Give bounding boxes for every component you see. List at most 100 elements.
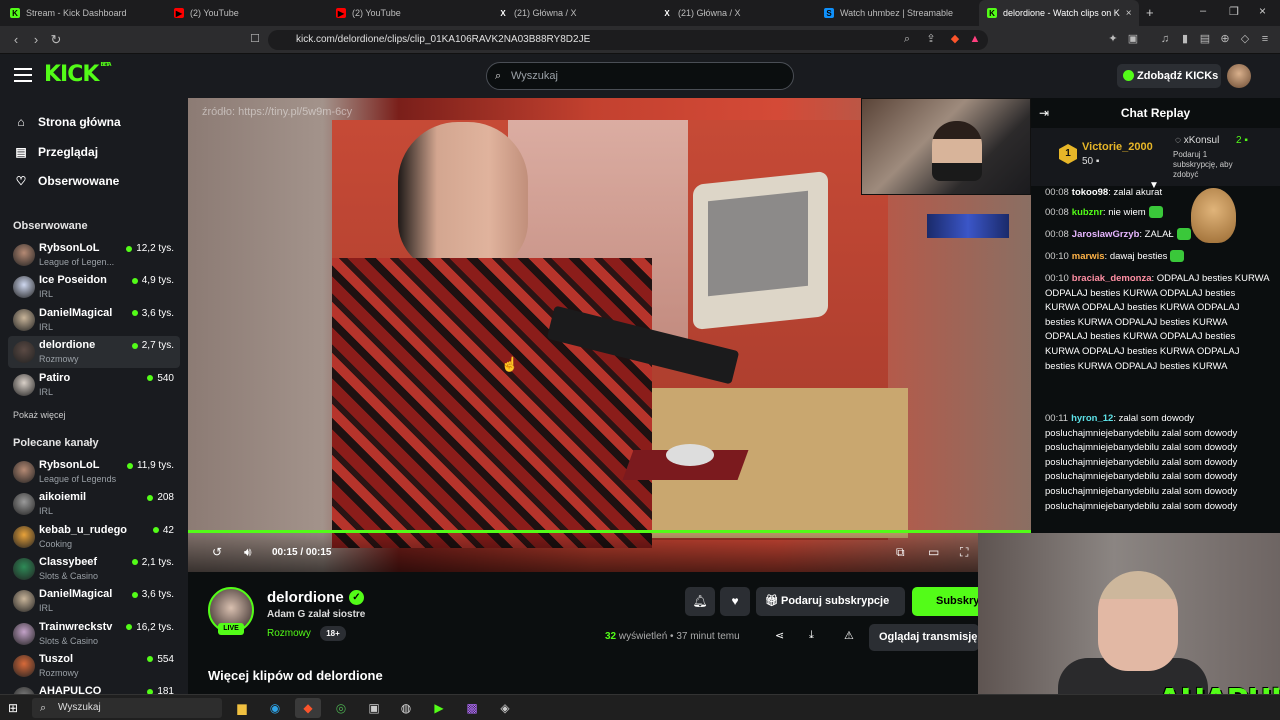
home-icon: ⌂ [17, 115, 25, 129]
sidebar-channel[interactable]: RybsonLoL League of Legen... 12,2 tys. [8, 239, 180, 271]
channel-name: Trainwreckstv [39, 620, 113, 633]
viewer-count: 42 [152, 525, 174, 536]
kick-logo[interactable]: KICK BETA [44, 62, 112, 87]
report-icon[interactable]: ⚠ [844, 629, 854, 642]
browser-tab[interactable]: X (21) Główna / X [654, 0, 814, 26]
fullscreen-icon[interactable]: ⛶ [960, 544, 968, 560]
follow-button[interactable]: ♥ [720, 587, 750, 616]
brave-icon[interactable]: ◆ [295, 698, 321, 718]
user-avatar[interactable] [1227, 64, 1251, 88]
chat-text: ODPALAJ besties KURWA ODPALAJ besties KU… [1045, 273, 1270, 372]
reload-icon[interactable]: ↻ [48, 32, 64, 48]
source-watermark: źródło: https://tiny.pl/5w9m-6cy [202, 106, 353, 118]
chat-username[interactable]: braciak_demonza [1072, 273, 1152, 284]
new-tab-icon[interactable]: + [1146, 5, 1154, 20]
viewer-count: 540 [147, 373, 174, 384]
replay-icon[interactable]: ↺ [212, 544, 222, 560]
pip-icon[interactable]: ⧉ [896, 544, 905, 560]
sidebar-channel[interactable]: delordione Rozmowy 2,7 tys. [8, 336, 180, 369]
channel-name: Tuszol [39, 652, 74, 665]
extensions-icon[interactable]: ✦ [1106, 32, 1120, 46]
taskbar-search[interactable]: ⌕ Wyszukaj [32, 698, 222, 718]
chat-username[interactable]: kubznr [1072, 207, 1103, 218]
app-icon[interactable]: ▣ [361, 698, 387, 718]
channel-category[interactable]: Rozmowy [267, 628, 311, 639]
close-tab-icon[interactable]: × [1126, 8, 1132, 19]
sidebar-channel[interactable]: aikoiemil IRL 208 [8, 488, 180, 520]
wallet-icon[interactable]: ▤ [1198, 32, 1212, 46]
sidebar-channel[interactable]: DanielMagical IRL 3,6 tys. [8, 585, 180, 617]
restore-icon[interactable]: ❐ [1229, 5, 1239, 18]
minimize-icon[interactable]: – [1200, 5, 1206, 17]
browser-tab[interactable]: K Stream - Kick Dashboard [2, 0, 162, 26]
theater-mode-icon[interactable]: ▭ [928, 544, 939, 560]
edge-icon[interactable]: ◉ [262, 698, 288, 718]
bookmark-icon[interactable]: ☐ [248, 32, 262, 46]
chat-username[interactable]: marwis [1072, 251, 1105, 262]
share-icon[interactable]: ⇪ [924, 32, 938, 46]
sidebar-channel[interactable]: Classybeef Slots & Casino 2,1 tys. [8, 553, 180, 585]
tab-search-icon[interactable]: ▣ [1126, 32, 1140, 46]
menu-icon[interactable]: ≡ [1258, 32, 1272, 46]
sidebar-nav-browse[interactable]: ▤ Przeglądaj [14, 142, 98, 162]
sidebar-channel[interactable]: Trainwreckstv Slots & Casino 16,2 tys. [8, 618, 180, 650]
browser-tab[interactable]: S Watch uhmbez | Streamable [816, 0, 976, 26]
chat-timestamp: 00:08 [1045, 229, 1069, 240]
sidebar-channel[interactable]: Patiro IRL 540 [8, 369, 180, 401]
back-icon[interactable]: ‹ [8, 32, 24, 48]
video-player[interactable]: źródło: https://tiny.pl/5w9m-6cy ☝ ↺ 🔊︎ … [188, 98, 1031, 572]
chat-username[interactable]: hyron_12 [1071, 413, 1113, 424]
shield-icon[interactable]: ◇ [1238, 32, 1252, 46]
brave-rewards-icon[interactable]: ▲ [968, 32, 982, 46]
obs-icon[interactable]: ◍ [393, 698, 419, 718]
channel-name: RybsonLoL [39, 459, 100, 471]
sidebar-channel[interactable]: Tuszol Rozmowy 554 [8, 650, 180, 682]
windows-start-icon[interactable]: ⊞ [8, 701, 18, 715]
sidebar-nav-heart[interactable]: ♡ Obserwowane [14, 171, 120, 191]
sidebar-channel[interactable]: kebab_u_rudego Cooking 42 [8, 521, 180, 553]
leaderboard-user[interactable]: ◌ xKonsul [1175, 135, 1219, 146]
media-icon[interactable]: ♫ [1158, 32, 1172, 46]
app-icon-2[interactable]: ▩ [459, 698, 485, 718]
menu-icon[interactable] [14, 68, 32, 82]
leaderboard-user[interactable]: Victorie_2000 [1082, 141, 1153, 153]
sidebar-nav-home[interactable]: ⌂ Strona główna [14, 112, 120, 132]
url-bar[interactable]: kick.com/delordione/clips/clip_01KA106RA… [268, 30, 988, 50]
chat-username[interactable]: JaroslawGrzyb [1072, 229, 1140, 240]
browser-tab[interactable]: X (21) Główna / X [490, 0, 650, 26]
chat-username[interactable]: tokoo98 [1072, 187, 1108, 198]
watch-stream-button[interactable]: Oglądaj transmisję [869, 624, 979, 651]
channel-name[interactable]: delordione [267, 589, 344, 606]
notifications-button[interactable]: 🔔︎ [685, 587, 715, 616]
live-dot-icon [131, 591, 138, 598]
x-icon: X [500, 8, 506, 18]
brave-shield-icon[interactable]: ◆ [948, 32, 962, 46]
browser-tab[interactable]: Kdelordione - Watch clips on K × [979, 0, 1139, 26]
sidebar-channel[interactable]: Ice Poseidon IRL 4,9 tys. [8, 271, 180, 303]
zoom-icon[interactable]: ⌕ [900, 32, 914, 46]
chat-text: zalal akurat [1113, 187, 1163, 198]
close-window-icon[interactable]: × [1259, 4, 1266, 18]
search-input[interactable]: ⌕ Wyszukaj [486, 62, 794, 90]
sidebar-channel[interactable]: DanielMagical IRL 3,6 tys. [8, 304, 180, 336]
chrome-icon[interactable]: ◎ [328, 698, 354, 718]
x-icon: X [664, 8, 670, 18]
show-more-link[interactable]: Pokaż więcej [13, 410, 66, 420]
sidebar-channel[interactable]: AHAPULCO 181 [8, 682, 180, 694]
share-icon[interactable]: ⋖ [775, 629, 784, 642]
browser-tab[interactable]: ▶ (2) YouTube [328, 0, 488, 26]
sidebar-channel[interactable]: RybsonLoL League of Legends 11,9 tys. [8, 456, 180, 488]
browser-tab[interactable]: ▶ (2) YouTube [166, 0, 326, 26]
get-kicks-button[interactable]: Zdobądź KICKs [1117, 64, 1221, 88]
gift-subscription-button[interactable]: 🎁︎ Podaruj subskrypcje [756, 587, 905, 616]
volume-icon[interactable]: 🔊︎ [244, 544, 252, 560]
file-explorer-icon[interactable]: ▆ [229, 698, 255, 718]
kick-app-icon[interactable]: ▶ [426, 698, 452, 718]
channel-category: IRL [39, 289, 54, 300]
app-icon-3[interactable]: ◈ [492, 698, 518, 718]
download-icon[interactable]: ⤓ [809, 629, 814, 642]
vpn-icon[interactable]: ⊕ [1218, 32, 1232, 46]
sidebar-toggle-icon[interactable]: ▮ [1178, 32, 1192, 46]
video-controls: ↺ 🔊︎ 00:15 / 00:15 ⧉ ▭ ⛶ [188, 533, 1031, 572]
forward-icon[interactable]: › [28, 32, 44, 48]
